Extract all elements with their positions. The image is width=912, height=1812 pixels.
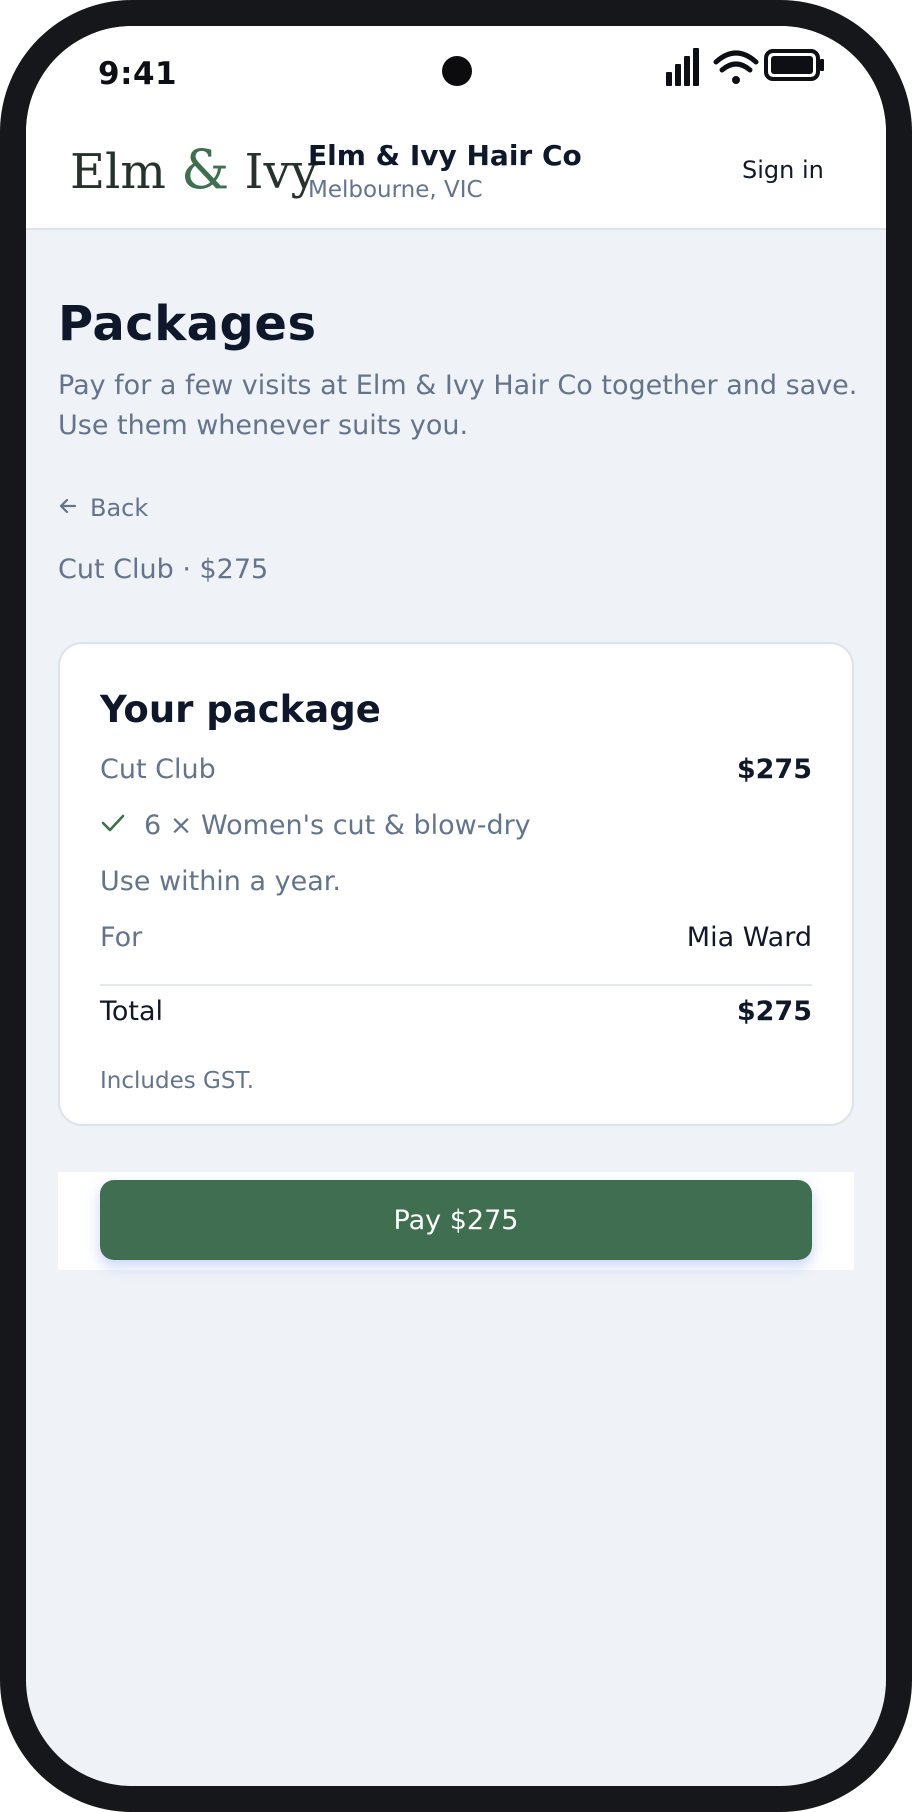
screen: 9:41 Elm & Ivy Elm & Ivy Hair Co Melbour…	[26, 26, 886, 1786]
validity-text: Use within a year.	[100, 866, 341, 897]
package-name: Cut Club	[100, 754, 216, 785]
status-icons	[666, 44, 846, 94]
status-time: 9:41	[98, 56, 178, 92]
card-title: Your package	[100, 688, 381, 731]
page-title: Packages	[58, 296, 317, 352]
wifi-icon	[713, 50, 759, 84]
total-row: Total $275	[100, 996, 812, 1027]
sign-in-link[interactable]: Sign in	[742, 156, 824, 184]
tax-note: Includes GST.	[100, 1068, 255, 1094]
logo-word-ivy: Ivy	[244, 144, 318, 200]
package-price: $275	[736, 754, 812, 785]
arrow-left-icon	[58, 494, 78, 522]
recipient-row: For Mia Ward	[100, 922, 812, 953]
recipient-name: Mia Ward	[686, 922, 812, 953]
logo-ampersand: &	[181, 138, 230, 201]
package-summary-card: Your package Cut Club $275 6 × Women's c…	[58, 642, 854, 1126]
back-link[interactable]: Back	[58, 494, 148, 522]
top-header: 9:41 Elm & Ivy Elm & Ivy Hair Co Melbour…	[26, 26, 886, 230]
camera-cutout	[442, 56, 472, 86]
brand-block: Elm & Ivy Hair Co Melbourne, VIC	[308, 138, 582, 206]
brand-logo[interactable]: Elm & Ivy	[70, 138, 318, 201]
logo-word-elm: Elm	[70, 144, 166, 200]
check-icon	[100, 810, 126, 841]
validity-row: Use within a year.	[100, 866, 812, 897]
back-label: Back	[90, 494, 149, 522]
cellular-signal-icon	[666, 48, 699, 86]
pay-button[interactable]: Pay $275	[100, 1180, 812, 1260]
phone-frame: 9:41 Elm & Ivy Elm & Ivy Hair Co Melbour…	[0, 0, 912, 1812]
total-divider	[100, 984, 812, 986]
recipient-label: For	[100, 922, 143, 953]
package-row: Cut Club $275	[100, 754, 812, 785]
total-label: Total	[100, 996, 164, 1027]
selected-package-summary: Cut Club · $275	[58, 554, 269, 585]
business-name: Elm & Ivy Hair Co	[308, 139, 582, 172]
business-location: Melbourne, VIC	[308, 177, 483, 203]
battery-icon	[764, 49, 824, 81]
inclusion-text: 6 × Women's cut & blow-dry	[144, 810, 531, 841]
total-value: $275	[736, 996, 812, 1027]
inclusion-row: 6 × Women's cut & blow-dry	[100, 810, 812, 841]
page-intro: Pay for a few visits at Elm & Ivy Hair C…	[58, 370, 858, 441]
